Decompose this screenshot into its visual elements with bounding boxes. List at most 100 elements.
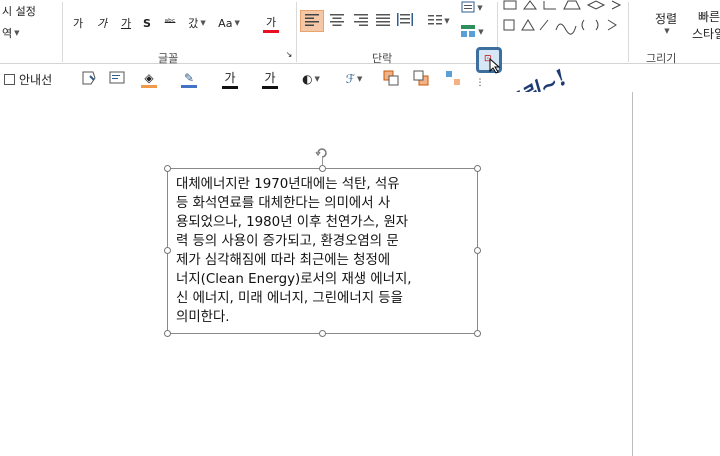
align-left-button[interactable] [300,10,324,32]
text-fill-icon: 가 [224,71,236,85]
resize-handle-top-left[interactable] [164,165,171,172]
align-center-icon [330,13,344,29]
right-panel [632,92,720,456]
text-outline-swatch [262,86,278,89]
bring-forward-button[interactable] [380,68,402,90]
rotate-handle[interactable] [315,145,329,159]
text-fill-swatch [222,86,238,89]
font-color-button[interactable]: 가 [254,12,288,34]
ribbon-left-partial-bottom-label: 역 [2,27,13,40]
chevron-down-icon: ▼ [314,75,320,83]
ribbon-left-partial-top-label: 시 설정 [2,5,36,18]
text-line: 용되었으나, 1980년 이후 천연가스, 원자 [176,215,409,230]
align-center-button[interactable] [326,10,348,32]
eraser-icon: ◐ [302,72,313,86]
columns-button[interactable]: ▼ [424,10,454,32]
chevron-down-icon: ▼ [200,19,206,27]
distribute-icon [397,13,413,29]
resize-handle-bottom-center[interactable] [319,330,326,337]
arrange-button[interactable]: 정렬 ▼ [648,8,684,36]
smartart-icon [460,24,476,41]
text-outline-button[interactable]: 가 [254,68,286,90]
pen-icon: ✎ [183,70,195,85]
send-backward-icon [413,70,429,89]
strikethrough-button[interactable]: ᵃᵇᶜ [158,12,182,34]
text-box-icon [109,70,125,89]
group-button[interactable] [442,68,464,90]
quick-styles-button[interactable]: 빠른 스타일 [692,8,720,42]
cursor-arrow-icon [489,57,501,78]
chevron-down-icon: ▼ [234,19,240,27]
resize-handle-top-right[interactable] [474,165,481,172]
align-right-button[interactable] [350,10,372,32]
ribbon: 시 설정 역 ▼ 가 가 가 S ᵃᵇᶜ 갔 ▼ Aa ▼ 가 글꼴 ↘ ▼ ▼… [0,0,720,65]
ribbon-separator [296,2,297,62]
eraser-button[interactable]: ◐ ▼ [296,68,326,90]
fill-color-swatch [141,84,157,88]
align-left-icon [305,13,319,29]
chevron-down-icon: ▼ [444,17,450,25]
text-line: 신 에너지, 미래 에너지, 그린에너지 등을 [176,291,403,306]
shadow-button[interactable]: S [138,12,156,34]
text-effects-icon: ℱ [345,72,356,86]
font-size-small-button[interactable]: 가 [68,12,88,34]
text-line: 의미한다. [176,310,230,325]
text-line: 제가 심각해짐에 따라 최근에는 청정에 [176,253,391,268]
shapes-gallery[interactable] [500,0,626,44]
columns-icon [428,14,443,29]
shape-outline-button[interactable]: ✎ [172,68,206,90]
ribbon-left-partial-bottom[interactable]: 역 ▼ [0,22,60,44]
align-right-icon [354,13,368,29]
underline-button[interactable]: 가 [116,12,136,34]
text-effects-button[interactable]: ℱ ▼ [340,68,368,90]
chevron-down-icon: ▼ [14,29,20,37]
text-line: 대체에너지란 1970년대에는 석탄, 석유 [176,177,400,192]
text-line: 력 등의 사용이 증가되고, 환경오염의 문 [176,234,399,249]
resize-handle-bottom-left[interactable] [164,330,171,337]
shapes-gallery-icon [503,0,622,35]
chevron-down-icon: ▼ [357,75,363,83]
ribbon-separator [628,2,629,62]
text-outline-icon: 가 [264,71,276,85]
customize-toolbar-button[interactable]: ⋮ [474,72,486,94]
send-backward-button[interactable] [410,68,432,90]
resize-handle-top-center[interactable] [319,165,326,172]
font-dialog-launcher[interactable]: ↘ [284,48,294,60]
text-direction-button[interactable]: ▼ [458,0,486,16]
checkbox-icon [4,73,15,85]
guides-checkbox[interactable]: 안내선 [4,68,64,90]
paint-bucket-icon: ◈ [144,70,154,85]
shape-fill-button[interactable]: ◈ [134,68,164,90]
text-direction-icon [461,1,475,16]
text-line: 너지(Clean Energy)로서의 재생 에너지, [176,272,412,287]
italic-button[interactable]: 가 [92,12,112,34]
text-line: 등 화석연료를 대체한다는 의미에서 사 [176,196,391,211]
char-spacing-button[interactable]: 갔 ▼ [184,12,210,34]
text-fill-button[interactable]: 가 [214,68,246,90]
group-icon [445,70,461,89]
justify-icon [376,13,390,29]
overflow-icon: ⋮ [475,78,485,88]
paragraph-dialog-launcher[interactable]: ⊡ [476,47,502,74]
outline-color-swatch [181,84,197,88]
chevron-down-icon: ▼ [664,26,670,35]
resize-handle-bottom-right[interactable] [474,330,481,337]
edit-shape-button[interactable] [78,68,100,90]
change-case-button[interactable]: Aa ▼ [214,12,244,34]
launcher-icon: ↘ [285,49,293,59]
distribute-button[interactable] [394,10,416,32]
resize-handle-middle-left[interactable] [164,247,171,254]
secondary-toolbar: 안내선 ◈ ✎ 가 가 ◐ ▼ ℱ ▼ ⋮ [0,64,720,92]
bring-forward-icon [383,70,399,89]
resize-handle-middle-right[interactable] [474,247,481,254]
smartart-button[interactable]: ▼ [458,22,486,42]
edit-shape-icon [81,70,97,89]
justify-button[interactable] [372,10,394,32]
chevron-down-icon: ▼ [477,4,483,12]
text-box-button[interactable] [106,68,128,90]
chevron-down-icon: ▼ [478,28,484,36]
ribbon-separator [62,2,63,62]
font-color-swatch [263,29,279,33]
ribbon-left-partial-top[interactable]: 시 설정 [0,0,60,22]
text-box[interactable]: 대체에너지란 1970년대에는 석탄, 석유 등 화석연료를 대체한다는 의미에… [167,168,478,334]
